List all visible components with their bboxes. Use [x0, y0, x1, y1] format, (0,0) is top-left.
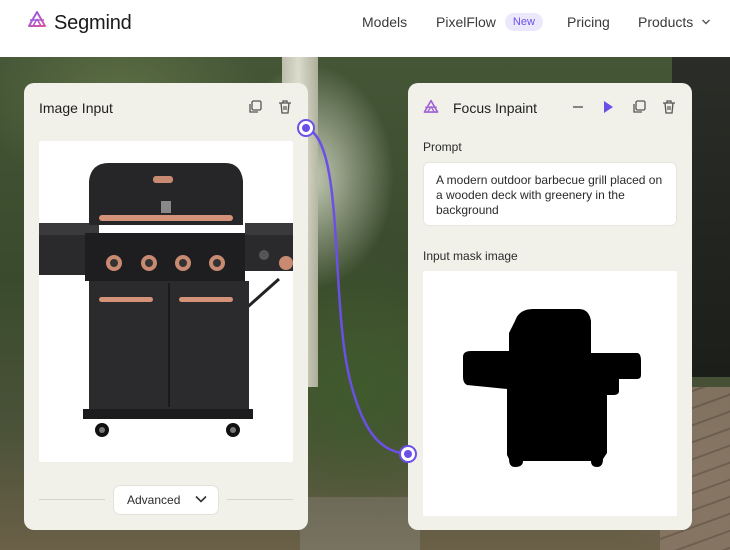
- prompt-input[interactable]: A modern outdoor barbecue grill placed o…: [423, 162, 677, 226]
- advanced-label: Advanced: [127, 493, 181, 507]
- node-title: Focus Inpaint: [453, 100, 538, 116]
- prompt-label: Prompt: [423, 140, 462, 154]
- output-port-handle[interactable]: [297, 119, 315, 137]
- trash-icon[interactable]: [660, 98, 678, 116]
- divider-right: [227, 499, 293, 500]
- chevron-down-icon: [194, 493, 208, 507]
- mask-image[interactable]: [423, 271, 677, 516]
- image-input-node[interactable]: Image Input Advanced: [24, 83, 308, 530]
- node-title: Image Input: [39, 100, 113, 116]
- input-image[interactable]: [39, 141, 293, 462]
- node-type-icon: [422, 99, 440, 122]
- new-badge: New: [504, 13, 543, 31]
- brand-name: Segmind: [54, 12, 132, 34]
- nav-item-label: Models: [362, 14, 408, 30]
- nav-item-label: Products: [638, 14, 694, 30]
- nav-item-pixelflow[interactable]: PixelFlow New: [436, 13, 543, 31]
- segmind-logo-icon: [26, 10, 48, 37]
- top-navbar: Segmind Models PixelFlow New Pricing Pro…: [0, 0, 730, 57]
- trash-icon[interactable]: [276, 98, 294, 116]
- advanced-dropdown-button[interactable]: Advanced: [113, 485, 219, 515]
- background-floor: [300, 497, 420, 550]
- chevron-down-icon: [701, 14, 711, 30]
- focus-inpaint-node[interactable]: Focus Inpaint Prompt A modern outdoor ba…: [408, 83, 692, 530]
- nav-item-models[interactable]: Models: [362, 13, 407, 31]
- nav-item-products[interactable]: Products: [638, 13, 711, 31]
- duplicate-icon[interactable]: [630, 98, 648, 116]
- nav-item-label: PixelFlow: [436, 14, 496, 30]
- duplicate-icon[interactable]: [246, 98, 264, 116]
- grill-mask-silhouette: [463, 309, 641, 467]
- divider-left: [39, 499, 105, 500]
- grill-image: [39, 163, 293, 437]
- mask-label: Input mask image: [423, 249, 518, 263]
- play-icon[interactable]: [599, 98, 617, 116]
- brand-logo[interactable]: Segmind: [26, 10, 132, 37]
- nav-item-pricing[interactable]: Pricing: [567, 13, 610, 31]
- input-port-handle[interactable]: [399, 445, 417, 463]
- nav-item-label: Pricing: [567, 14, 610, 30]
- minimize-icon[interactable]: [569, 98, 587, 116]
